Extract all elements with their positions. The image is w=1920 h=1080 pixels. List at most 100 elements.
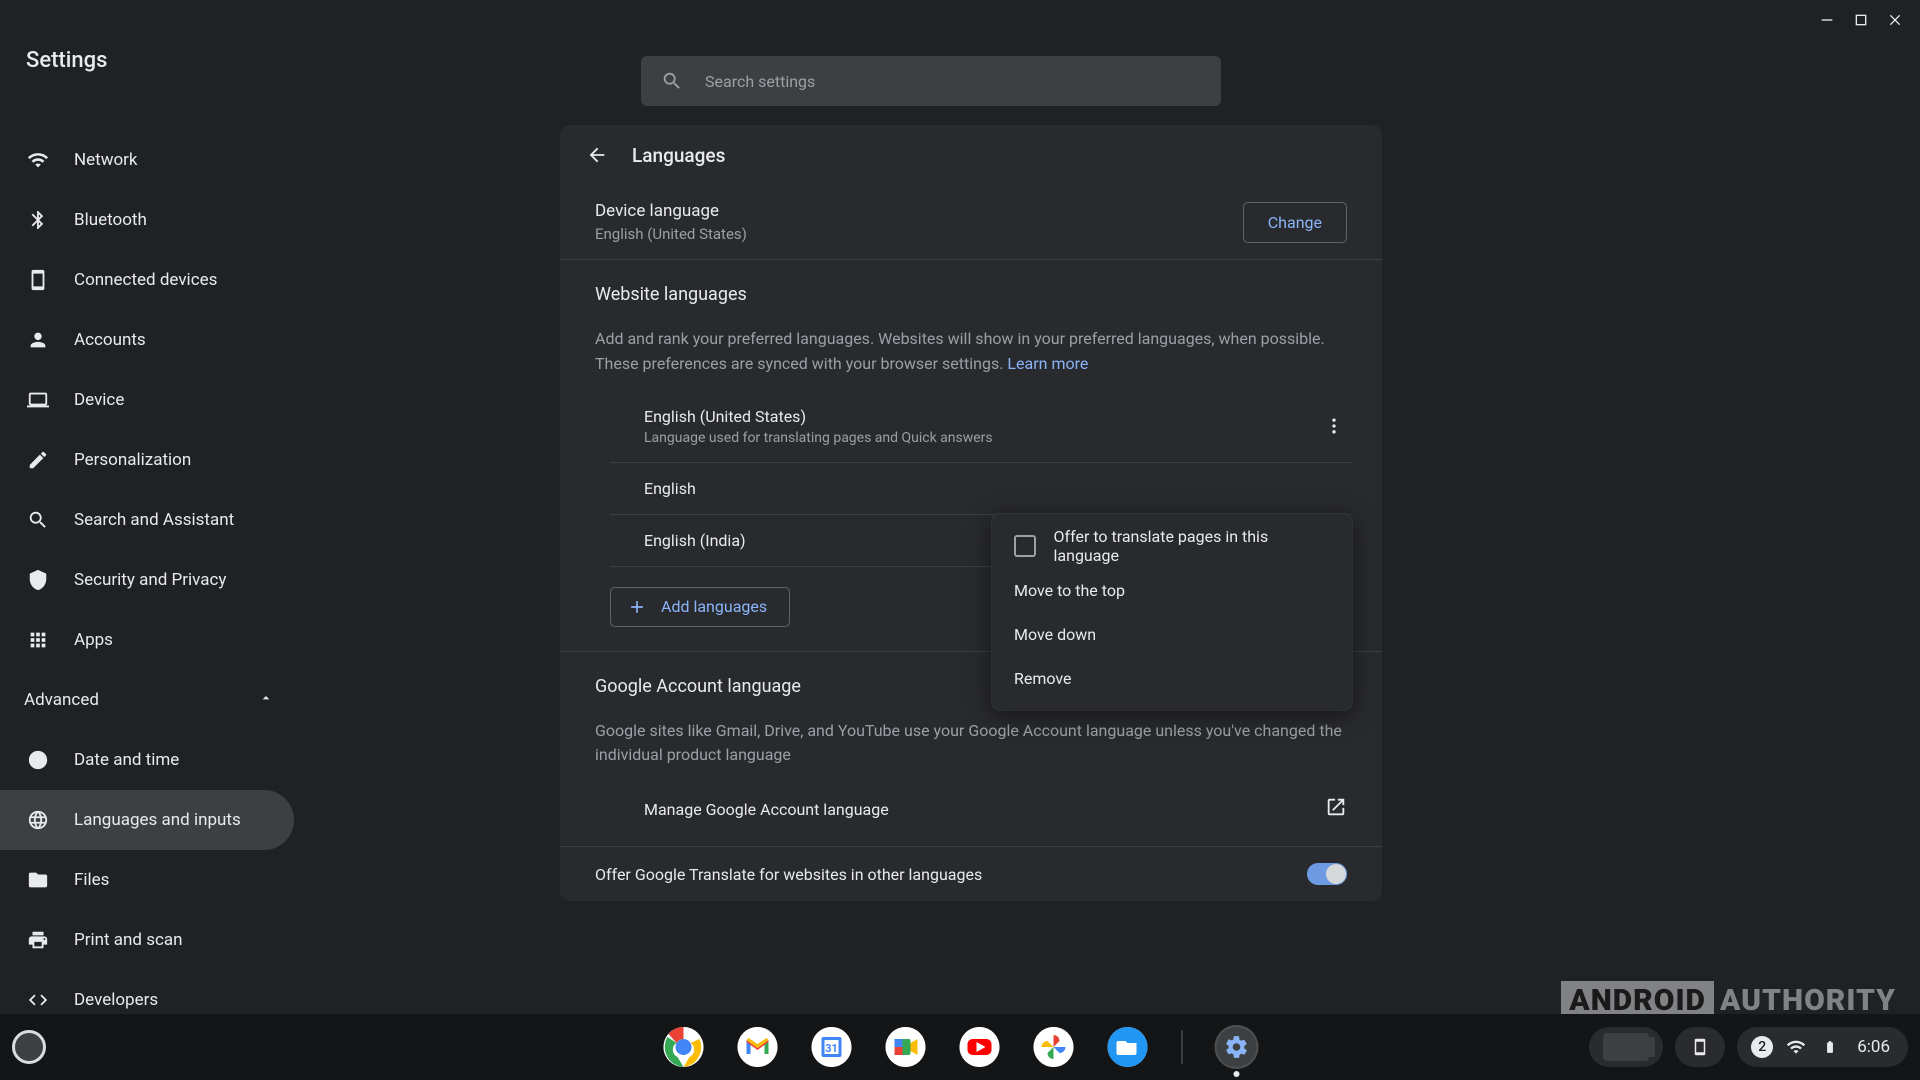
shelf-app-calendar[interactable]: 31 [812, 1027, 852, 1067]
shelf-phone-hub[interactable] [1675, 1027, 1725, 1067]
close-button[interactable] [1884, 9, 1906, 31]
shelf-separator [1182, 1030, 1183, 1064]
clock-icon [26, 748, 50, 772]
sidebar-item-label: Security and Privacy [74, 570, 226, 590]
minimize-button[interactable] [1816, 9, 1838, 31]
sidebar-item-label: Languages and inputs [74, 810, 241, 830]
sidebar-item-label: Device [74, 390, 124, 410]
shelf-app-files[interactable] [1108, 1027, 1148, 1067]
sidebar-item-bluetooth[interactable]: Bluetooth [0, 190, 294, 250]
notification-badge: 2 [1751, 1036, 1773, 1058]
person-icon [26, 328, 50, 352]
shelf-app-chrome[interactable] [664, 1027, 704, 1067]
search-icon [26, 508, 50, 532]
sidebar-item-apps[interactable]: Apps [0, 610, 294, 670]
ctx-remove[interactable]: Remove [992, 656, 1352, 700]
change-language-button[interactable]: Change [1243, 202, 1347, 243]
shelf-app-youtube[interactable] [960, 1027, 1000, 1067]
laptop-icon [26, 388, 50, 412]
manage-account-language-link[interactable]: Manage Google Account language [595, 778, 1347, 822]
shelf-tote[interactable] [1589, 1027, 1663, 1067]
ctx-offer-translate[interactable]: Offer to translate pages in this languag… [992, 524, 1352, 568]
sidebar-item-label: Advanced [24, 690, 99, 710]
device-language-row: Device language English (United States) … [560, 185, 1382, 259]
translate-toggle-row: Offer Google Translate for websites in o… [560, 847, 1382, 901]
devices-icon [26, 268, 50, 292]
shelf-status-tray[interactable]: 2 6:06 [1737, 1027, 1908, 1067]
add-languages-button[interactable]: Add languages [610, 587, 790, 627]
device-language-value: English (United States) [595, 225, 747, 243]
shield-icon [26, 568, 50, 592]
manage-account-language-label: Manage Google Account language [610, 800, 889, 819]
language-context-menu: Offer to translate pages in this languag… [992, 514, 1352, 710]
sidebar-item-languages-inputs[interactable]: Languages and inputs [0, 790, 294, 850]
sidebar-item-label: Apps [74, 630, 113, 650]
search-input[interactable] [705, 72, 1201, 91]
back-button[interactable] [584, 142, 610, 168]
search-settings-field[interactable] [641, 56, 1221, 106]
sidebar-item-label: Bluetooth [74, 210, 147, 230]
launcher-button[interactable] [12, 1030, 46, 1064]
open-external-icon [1325, 796, 1347, 822]
svg-text:31: 31 [825, 1042, 838, 1055]
edit-icon [26, 448, 50, 472]
sidebar-item-label: Network [74, 150, 138, 170]
clock: 6:06 [1853, 1037, 1894, 1057]
language-row: English [610, 463, 1351, 515]
language-row: English (United States) Language used for… [610, 391, 1351, 463]
checkbox-icon [1014, 535, 1036, 557]
ctx-move-down[interactable]: Move down [992, 612, 1352, 656]
app-title: Settings [26, 48, 107, 73]
battery-icon [1819, 1036, 1841, 1058]
sidebar-item-network[interactable]: Network [0, 130, 294, 190]
translate-toggle-label: Offer Google Translate for websites in o… [595, 865, 982, 884]
language-more-button[interactable] [1321, 413, 1347, 439]
learn-more-link[interactable]: Learn more [1007, 354, 1088, 373]
translate-toggle-switch[interactable] [1307, 863, 1347, 885]
plus-icon [627, 597, 647, 617]
globe-icon [26, 808, 50, 832]
shelf-app-gmail[interactable] [738, 1027, 778, 1067]
sidebar-item-date-time[interactable]: Date and time [0, 730, 294, 790]
website-languages-title: Website languages [595, 284, 1347, 305]
sidebar-item-advanced[interactable]: Advanced [0, 670, 294, 730]
sidebar-item-label: Connected devices [74, 270, 217, 290]
sidebar-item-label: Personalization [74, 450, 191, 470]
search-icon [661, 70, 683, 92]
language-name: English (India) [644, 531, 746, 550]
chevron-up-icon [258, 690, 274, 711]
language-name: English (United States) [644, 407, 993, 426]
sidebar-item-label: Print and scan [74, 930, 183, 950]
tote-thumbnail [1603, 1033, 1649, 1061]
website-languages-desc: Add and rank your preferred languages. W… [595, 327, 1347, 377]
sidebar-item-label: Accounts [74, 330, 146, 350]
shelf-app-meet[interactable] [886, 1027, 926, 1067]
sidebar-item-files[interactable]: Files [0, 850, 294, 910]
shelf-app-settings[interactable] [1217, 1027, 1257, 1067]
sidebar-item-label: Date and time [74, 750, 179, 770]
maximize-button[interactable] [1850, 9, 1872, 31]
language-name: English [644, 479, 696, 498]
shelf-app-photos[interactable] [1034, 1027, 1074, 1067]
sidebar: Network Bluetooth Connected devices Acco… [0, 120, 300, 1030]
sidebar-item-accounts[interactable]: Accounts [0, 310, 294, 370]
sidebar-item-personalization[interactable]: Personalization [0, 430, 294, 490]
sidebar-item-connected-devices[interactable]: Connected devices [0, 250, 294, 310]
folder-icon [26, 868, 50, 892]
sidebar-item-device[interactable]: Device [0, 370, 294, 430]
account-language-desc: Google sites like Gmail, Drive, and YouT… [595, 719, 1347, 769]
sidebar-item-search-assistant[interactable]: Search and Assistant [0, 490, 294, 550]
wifi-icon [26, 148, 50, 172]
sidebar-item-print-scan[interactable]: Print and scan [0, 910, 294, 970]
sidebar-item-label: Developers [74, 990, 158, 1010]
page-title: Languages [632, 144, 725, 167]
sidebar-item-label: Search and Assistant [74, 510, 234, 530]
shelf: 31 2 6:06 [0, 1014, 1920, 1080]
wifi-icon [1785, 1036, 1807, 1058]
apps-icon [26, 628, 50, 652]
sidebar-item-security[interactable]: Security and Privacy [0, 550, 294, 610]
ctx-move-top[interactable]: Move to the top [992, 568, 1352, 612]
phone-icon [1689, 1036, 1711, 1058]
app-header: Settings [0, 0, 1920, 120]
language-note: Language used for translating pages and … [644, 430, 993, 446]
